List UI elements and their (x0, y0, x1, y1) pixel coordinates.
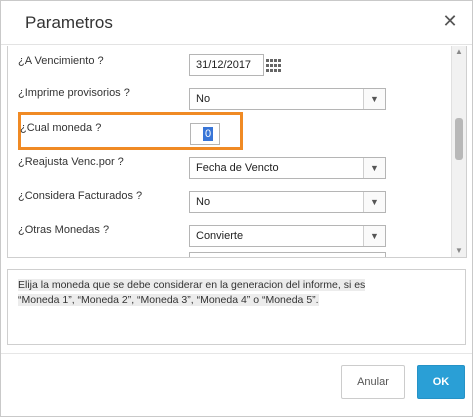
imprime-provisorios-select[interactable]: No ▼ (189, 88, 386, 110)
label-considera-facturados: ¿Considera Facturados ? (18, 190, 143, 202)
ok-button[interactable]: OK (417, 365, 465, 399)
label-cual-moneda: ¿Cual moneda ? (20, 122, 102, 134)
reajusta-venc-value: Fecha de Vencto (196, 162, 279, 174)
chevron-down-icon[interactable]: ▼ (363, 158, 385, 178)
considera-facturados-value: No (196, 196, 211, 208)
considera-facturados-select[interactable]: No ▼ (189, 191, 386, 213)
close-icon[interactable]: ✕ (440, 11, 460, 31)
help-line-1: Elija la moneda que se debe considerar e… (18, 279, 366, 291)
scroll-down-icon[interactable]: ▼ (452, 245, 466, 257)
cancel-button[interactable]: Anular (341, 365, 405, 399)
next-row-select[interactable] (189, 252, 386, 257)
calendar-icon[interactable] (266, 59, 282, 73)
label-imprime-provisorios: ¿Imprime provisorios ? (18, 87, 130, 99)
cual-moneda-value: 0 (203, 127, 213, 141)
chevron-down-icon[interactable]: ▼ (363, 89, 385, 109)
vencimiento-date-input[interactable]: 31/12/2017 (189, 54, 264, 76)
otras-monedas-value: Convierte (196, 230, 244, 242)
footer-divider (1, 353, 472, 354)
dialog-title: Parametros (25, 13, 113, 32)
dialog-titlebar: Parametros ✕ (1, 1, 472, 45)
imprime-provisorios-value: No (196, 93, 211, 105)
help-line-2: “Moneda 1”, “Moneda 2”, “Moneda 3”, “Mon… (18, 294, 319, 306)
help-text: Elija la moneda que se debe considerar e… (18, 278, 455, 308)
help-text-box: Elija la moneda que se debe considerar e… (7, 269, 466, 345)
label-otras-monedas: ¿Otras Monedas ? (18, 224, 110, 236)
otras-monedas-select[interactable]: Convierte ▼ (189, 225, 386, 247)
parametros-dialog: Parametros ✕ ¿A Vencimiento ? 31/12/2017… (0, 0, 473, 417)
parameters-form: ¿A Vencimiento ? 31/12/2017 ¿Imprime pro… (7, 46, 467, 258)
chevron-down-icon[interactable]: ▼ (363, 226, 385, 246)
scroll-up-icon[interactable]: ▲ (452, 46, 466, 58)
cual-moneda-input[interactable]: 0 (190, 123, 220, 145)
reajusta-venc-select[interactable]: Fecha de Vencto ▼ (189, 157, 386, 179)
label-reajusta-venc: ¿Reajusta Venc.por ? (18, 156, 124, 168)
scroll-thumb[interactable] (455, 118, 463, 160)
label-a-vencimiento: ¿A Vencimiento ? (18, 55, 104, 67)
chevron-down-icon[interactable]: ▼ (363, 192, 385, 212)
form-scrollbar[interactable]: ▲ ▼ (451, 46, 466, 257)
